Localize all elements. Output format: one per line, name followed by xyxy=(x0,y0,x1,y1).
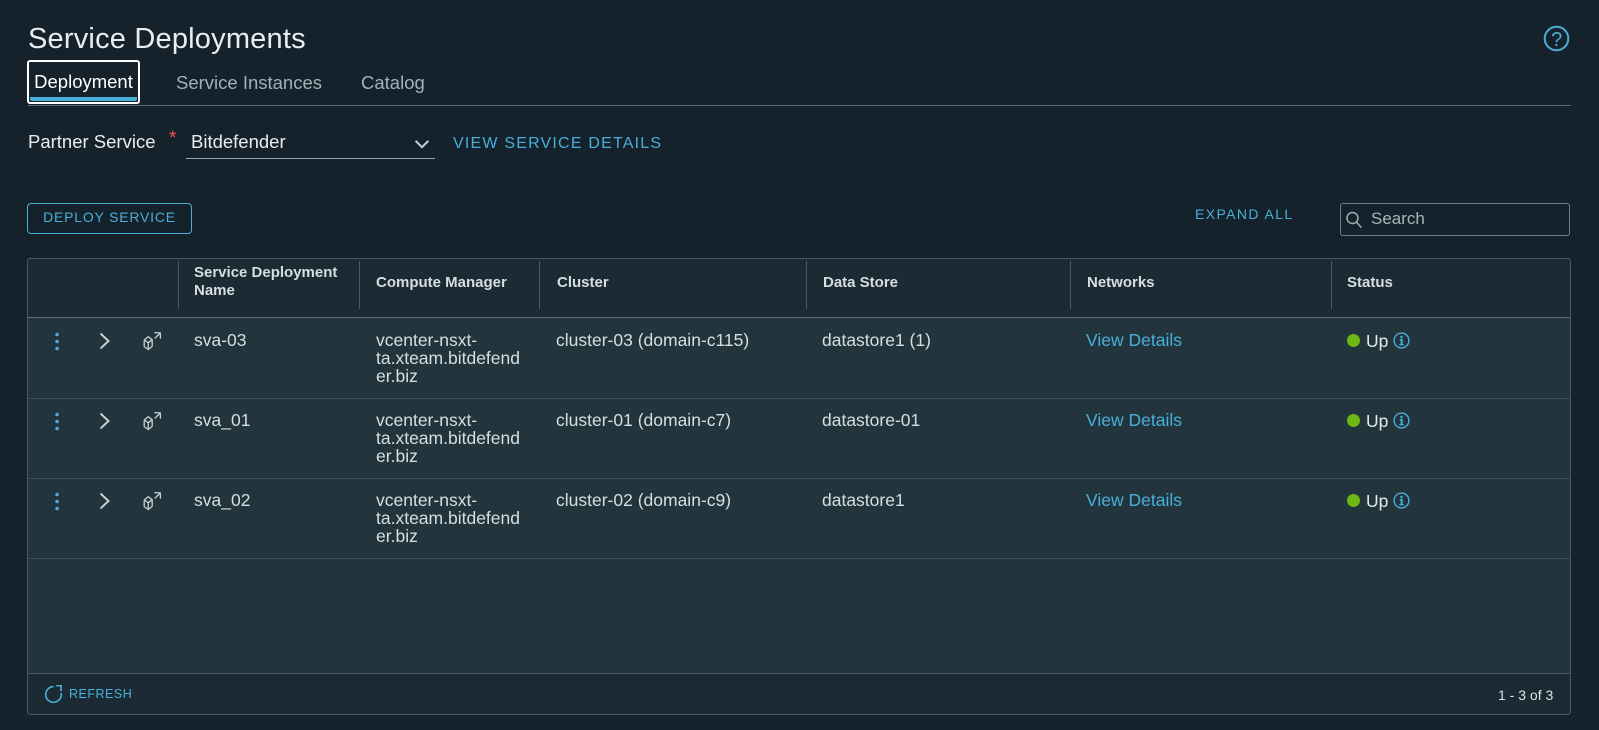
svg-text:?: ? xyxy=(1551,29,1562,51)
